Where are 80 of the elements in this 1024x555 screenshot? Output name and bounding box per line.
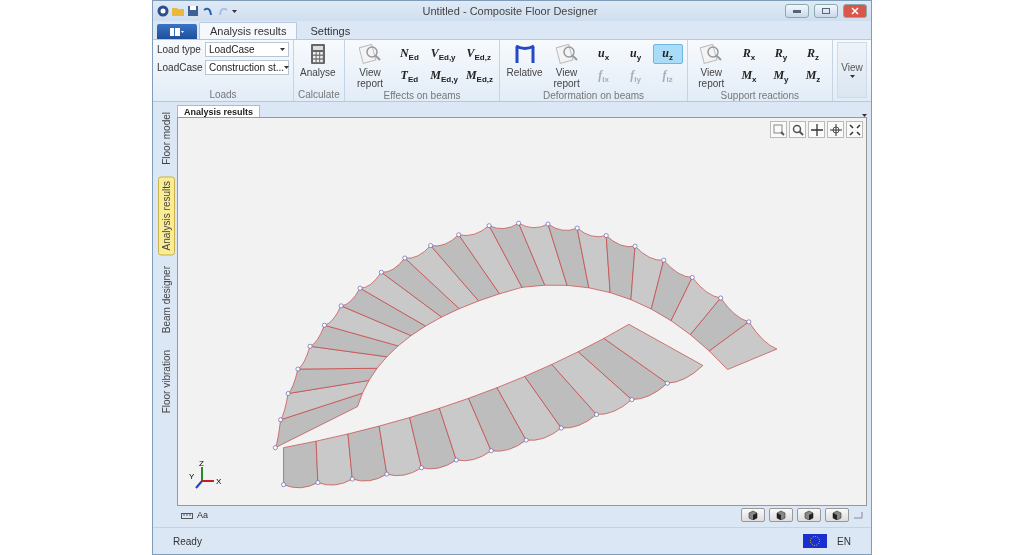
- ribbon-button[interactable]: View report: [691, 42, 731, 90]
- result-toggle-button[interactable]: M$_{Ed,y}$: [426, 66, 460, 86]
- field-label: LoadCase: [157, 62, 203, 73]
- undo-icon[interactable]: [202, 5, 214, 17]
- result-toggle-button[interactable]: V$_{Ed,z}$: [461, 44, 496, 64]
- magnifier-report-icon: [700, 43, 723, 65]
- view-button[interactable]: View: [837, 42, 867, 98]
- result-toggle-button[interactable]: M$_{Ed,z}$: [461, 66, 496, 86]
- window-title: Untitled - Composite Floor Designer: [421, 5, 599, 17]
- ribbon-tab[interactable]: Settings: [299, 22, 362, 39]
- application-menu-button[interactable]: [157, 24, 197, 39]
- result-toggle-button[interactable]: u$_{y}$: [620, 44, 651, 64]
- ribbon-button[interactable]: View report: [348, 42, 392, 90]
- maximize-button[interactable]: [814, 4, 838, 18]
- axis-label: Z: [199, 459, 204, 468]
- app-logo-icon: [157, 5, 169, 17]
- result-toggle-button[interactable]: u$_{z}$: [652, 44, 683, 64]
- magnifier-report-icon: [359, 43, 381, 65]
- view-cube-button[interactable]: [741, 508, 765, 522]
- result-toggle-button[interactable]: R$_{z}$: [798, 44, 828, 64]
- menu-icon: [170, 27, 184, 36]
- result-toggle-button[interactable]: R$_{y}$: [766, 44, 796, 64]
- cube-icon: [776, 510, 786, 520]
- result-toggle-button[interactable]: V$_{Ed,y}$: [426, 44, 460, 64]
- result-toggle-button[interactable]: T$_{Ed}$: [394, 66, 425, 86]
- fit-view-button[interactable]: [846, 121, 863, 138]
- result-toggle-button[interactable]: R$_{x}$: [734, 44, 764, 64]
- view-cube-button[interactable]: [825, 508, 849, 522]
- close-button[interactable]: [843, 4, 867, 18]
- document-tab[interactable]: Analysis results: [177, 105, 261, 117]
- field-label: Load type: [157, 44, 202, 55]
- dropdown-field[interactable]: LoadCase: [205, 42, 289, 57]
- result-toggle-button[interactable]: N$_{Ed}$: [394, 44, 425, 64]
- zoom-button[interactable]: [789, 121, 806, 138]
- flag-icon: [803, 534, 828, 548]
- save-icon[interactable]: [187, 5, 199, 17]
- maximize-icon: [822, 8, 830, 14]
- ribbon-button[interactable]: View report: [547, 42, 586, 90]
- minimize-icon: [793, 9, 801, 13]
- group-label: Loads: [208, 89, 238, 101]
- resize-grip-icon[interactable]: [853, 511, 863, 519]
- font-toggle[interactable]: Aa: [197, 510, 208, 520]
- axis-label: Y: [189, 472, 195, 481]
- status-text: Ready: [173, 535, 202, 547]
- group-label: Effects on beams: [382, 90, 462, 102]
- caret-icon: [284, 66, 290, 69]
- group-label: Support reactions: [719, 90, 800, 102]
- zoom-window-button[interactable]: [770, 121, 787, 138]
- language-indicator[interactable]: EN: [837, 535, 851, 547]
- side-tab[interactable]: Floor model: [157, 107, 175, 170]
- ruler-icon[interactable]: [181, 511, 193, 519]
- side-tab[interactable]: Analysis results: [157, 175, 175, 256]
- view-cube-button[interactable]: [769, 508, 793, 522]
- beam-deflection-icon: [513, 43, 536, 65]
- pan-button[interactable]: [808, 121, 825, 138]
- dropdown-field[interactable]: Construction st...: [205, 60, 289, 75]
- result-toggle-button[interactable]: M$_{z}$: [798, 66, 828, 86]
- minimize-button[interactable]: [785, 4, 809, 18]
- cube-icon: [748, 510, 758, 520]
- view-cube-button[interactable]: [797, 508, 821, 522]
- result-toggle-button[interactable]: M$_{x}$: [734, 66, 764, 86]
- caret-icon: [849, 75, 855, 78]
- cube-icon: [832, 510, 842, 520]
- group-label: Calculate: [298, 89, 340, 101]
- close-icon: [851, 7, 859, 15]
- ribbon-tab[interactable]: Analysis results: [199, 22, 298, 39]
- rotate-button[interactable]: [827, 121, 844, 138]
- magnifier-report-icon: [555, 43, 578, 65]
- customize-caret-icon[interactable]: [232, 9, 237, 13]
- side-tab[interactable]: Beam designer: [157, 261, 175, 339]
- axis-label: X: [216, 477, 222, 486]
- result-toggle-button[interactable]: M$_{y}$: [766, 66, 796, 86]
- side-tab[interactable]: Floor vibration: [157, 344, 175, 418]
- caret-icon: [280, 48, 285, 51]
- model-viewport[interactable]: Z Y X: [177, 117, 867, 506]
- cube-icon: [804, 510, 814, 520]
- ribbon-button[interactable]: Analyse: [298, 42, 338, 79]
- result-toggle-button[interactable]: u$_{x}$: [588, 44, 619, 64]
- ribbon-button[interactable]: Relative: [504, 42, 545, 79]
- group-label: Deformation on beams: [541, 90, 646, 102]
